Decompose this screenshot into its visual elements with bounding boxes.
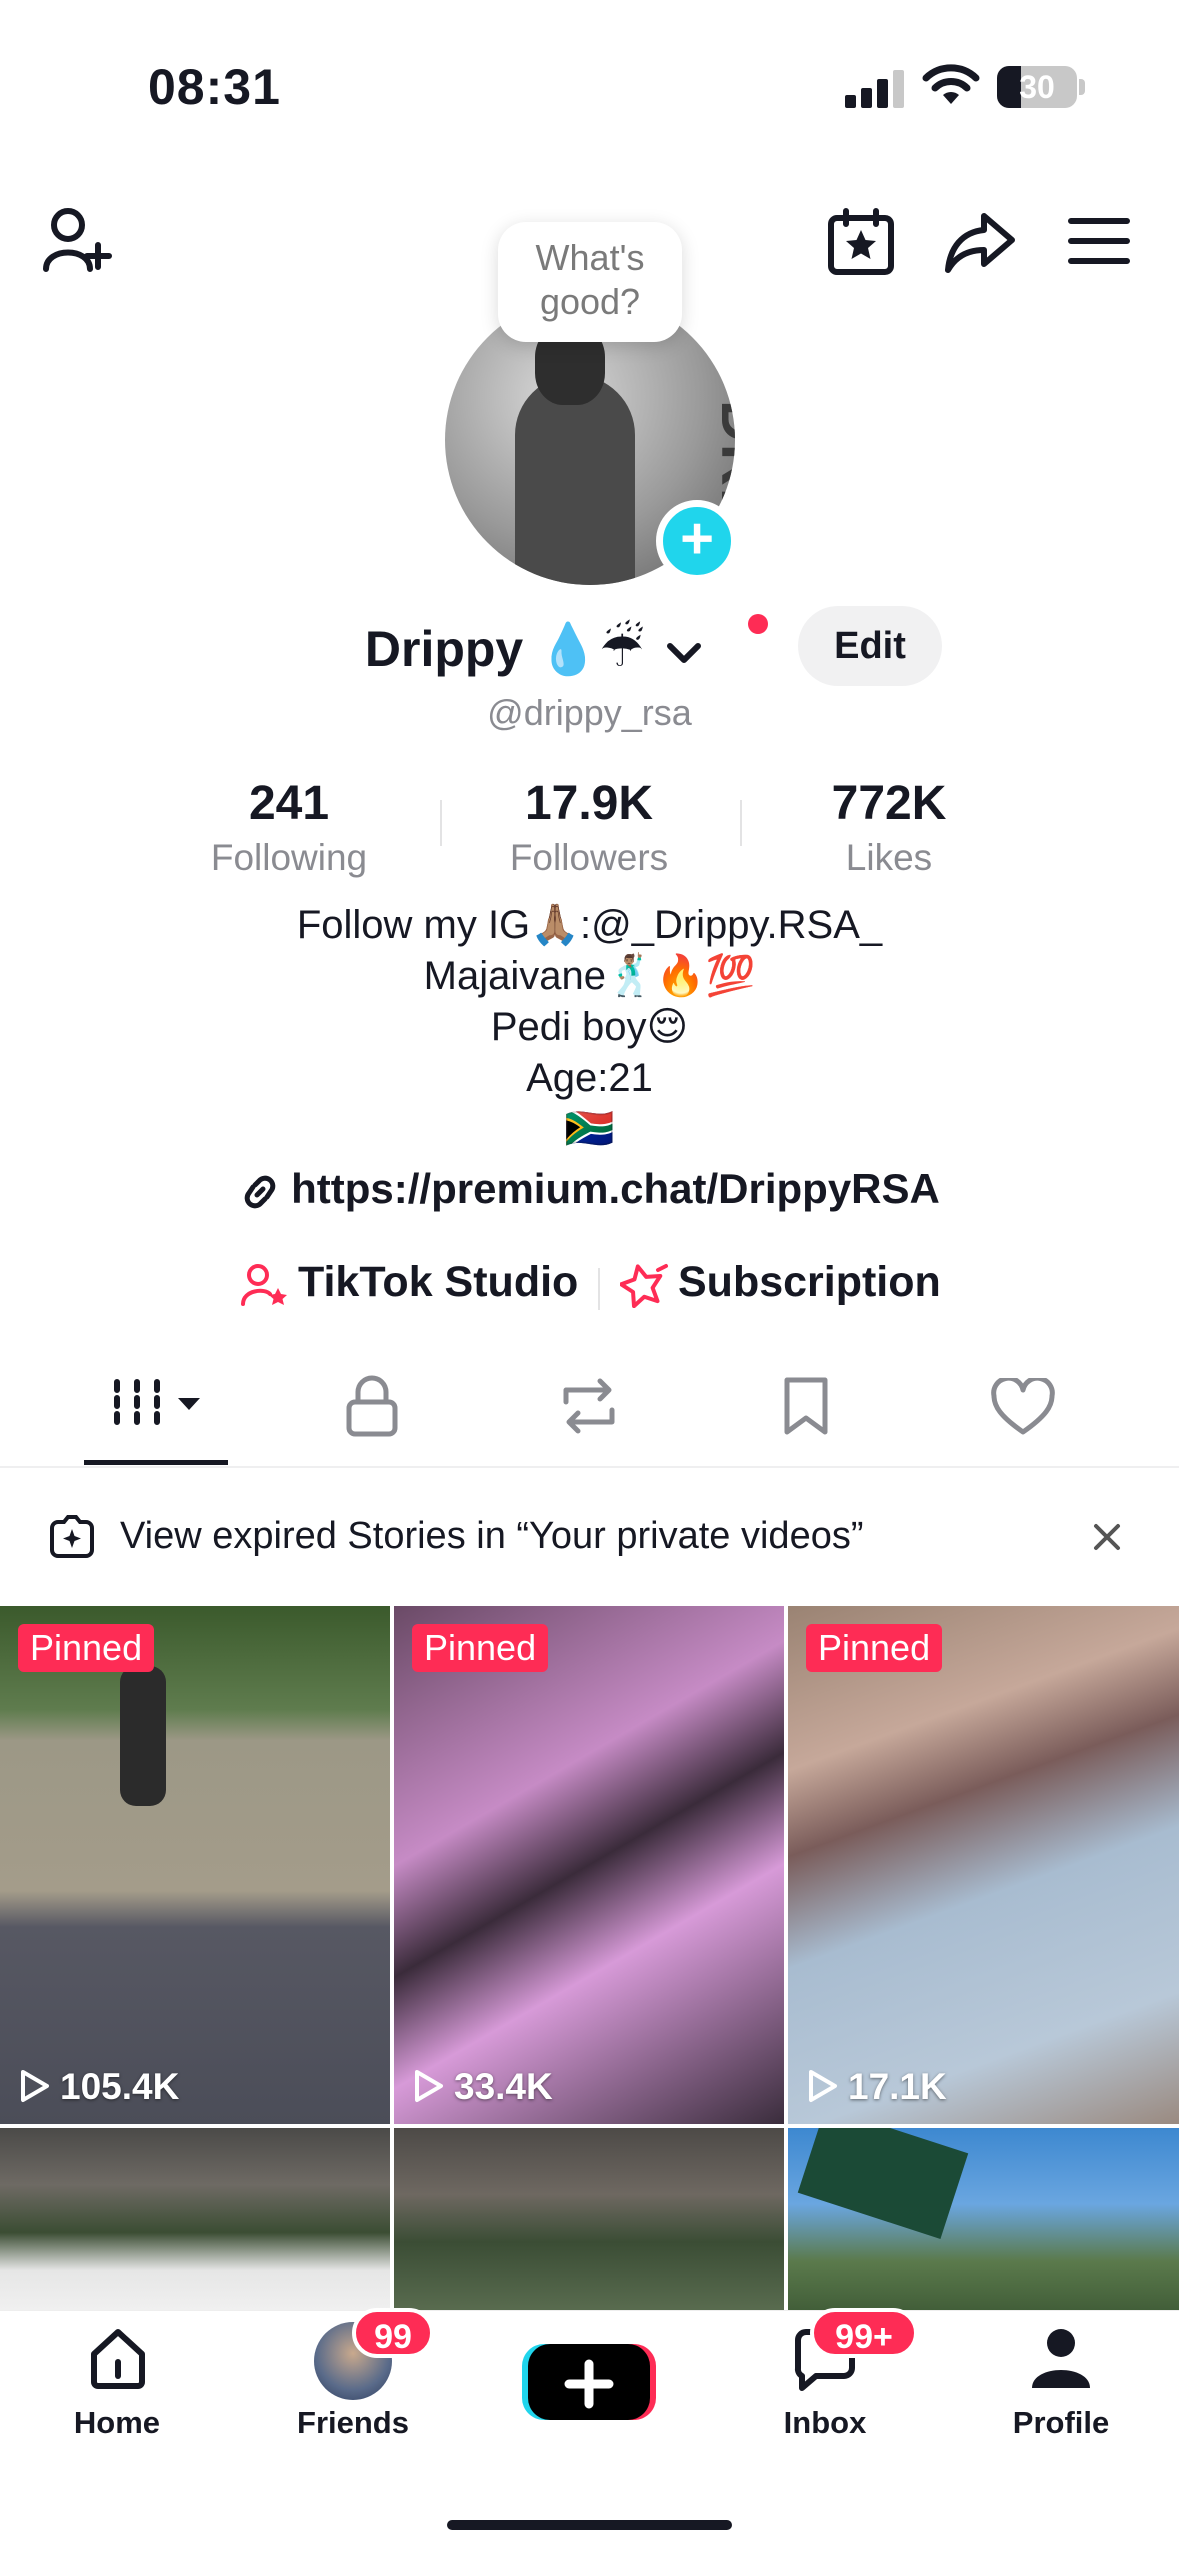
close-icon[interactable] [1092, 1522, 1122, 1552]
profile-name: Drippy 💧☔ [364, 621, 645, 677]
play-icon [21, 2070, 49, 2102]
play-icon [809, 2070, 837, 2102]
add-friend-icon[interactable] [40, 205, 116, 277]
followers-stat[interactable]: 17.9K Followers [459, 776, 719, 879]
video-tile[interactable] [394, 2128, 784, 2318]
friends-badge: 99 [352, 2308, 434, 2358]
edit-profile-button[interactable]: Edit [798, 606, 942, 686]
video-tile[interactable] [0, 2128, 390, 2318]
chevron-down-icon[interactable] [664, 638, 704, 668]
liked-tab-icon[interactable] [990, 1378, 1056, 1436]
active-tab-indicator [84, 1460, 228, 1465]
view-count: 105.4K [18, 2066, 179, 2108]
banner-text: View expired Stories in “Your private vi… [120, 1515, 864, 1557]
video-tile[interactable]: Pinned 105.4K [0, 1606, 390, 2124]
pinned-badge: Pinned [806, 1624, 943, 1672]
profile-handle: @drippy_rsa [487, 692, 692, 733]
studio-icon [241, 1263, 287, 1306]
battery-icon: 30 [997, 66, 1077, 108]
home-icon[interactable] [86, 2326, 150, 2390]
avatar-text: DRIPPY [709, 400, 735, 585]
link-icon [244, 1175, 276, 1209]
status-bubble[interactable]: What's good? [498, 222, 682, 342]
bio-line: Follow my IG🙏🏽:@_Drippy.RSA_ [296, 903, 883, 947]
view-count: 33.4K [412, 2066, 553, 2108]
profile-link[interactable]: https://premium.chat/DrippyRSA [0, 1165, 1179, 1213]
home-indicator [447, 2520, 732, 2530]
nav-friends-label[interactable]: Friends [263, 2405, 443, 2441]
subscription-button[interactable]: Subscription [619, 1258, 941, 1308]
nav-inbox-label[interactable]: Inbox [735, 2405, 915, 2441]
bio-line: Age:21 [526, 1056, 653, 1100]
likes-stat[interactable]: 772K Likes [759, 776, 1019, 879]
notification-dot [748, 614, 768, 634]
pinned-badge: Pinned [412, 1624, 549, 1672]
story-icon [50, 1515, 94, 1558]
video-tile[interactable]: Pinned 33.4K [394, 1606, 784, 2124]
share-icon[interactable] [944, 212, 1016, 274]
calendar-star-icon[interactable] [826, 208, 896, 276]
inbox-badge: 99+ [810, 2308, 918, 2358]
profile-icon[interactable] [1028, 2326, 1094, 2392]
view-count: 17.1K [806, 2066, 947, 2108]
bio-line: Pedi boy😌 [490, 1005, 689, 1049]
videos-grid-tab-icon[interactable] [112, 1378, 204, 1434]
nav-profile-label[interactable]: Profile [971, 2405, 1151, 2441]
wifi-icon [922, 64, 980, 104]
repost-tab-icon[interactable] [556, 1376, 622, 1436]
bio-line: 🇿🇦 [564, 1107, 615, 1151]
subscription-star-icon [619, 1263, 668, 1308]
video-tile[interactable] [788, 2128, 1179, 2318]
video-tile[interactable]: Pinned 17.1K [788, 1606, 1179, 2124]
bio: Follow my IG🙏🏽:@_Drippy.RSA_ Majaivane🕺🏽… [0, 900, 1179, 1155]
following-stat[interactable]: 241 Following [159, 776, 419, 879]
add-story-button[interactable]: + [656, 500, 738, 582]
bookmark-tab-icon[interactable] [782, 1376, 830, 1436]
cellular-signal-icon [845, 68, 905, 108]
tiktok-studio-button[interactable]: TikTok Studio [240, 1258, 578, 1308]
bio-line: Majaivane🕺🏽🔥💯 [423, 954, 756, 998]
lock-tab-icon[interactable] [344, 1374, 400, 1438]
create-button[interactable] [522, 2340, 656, 2424]
nav-home-label[interactable]: Home [27, 2405, 207, 2441]
status-time: 08:31 [148, 59, 281, 115]
pinned-badge: Pinned [18, 1624, 155, 1672]
play-icon [415, 2070, 443, 2102]
menu-icon[interactable] [1068, 216, 1130, 266]
